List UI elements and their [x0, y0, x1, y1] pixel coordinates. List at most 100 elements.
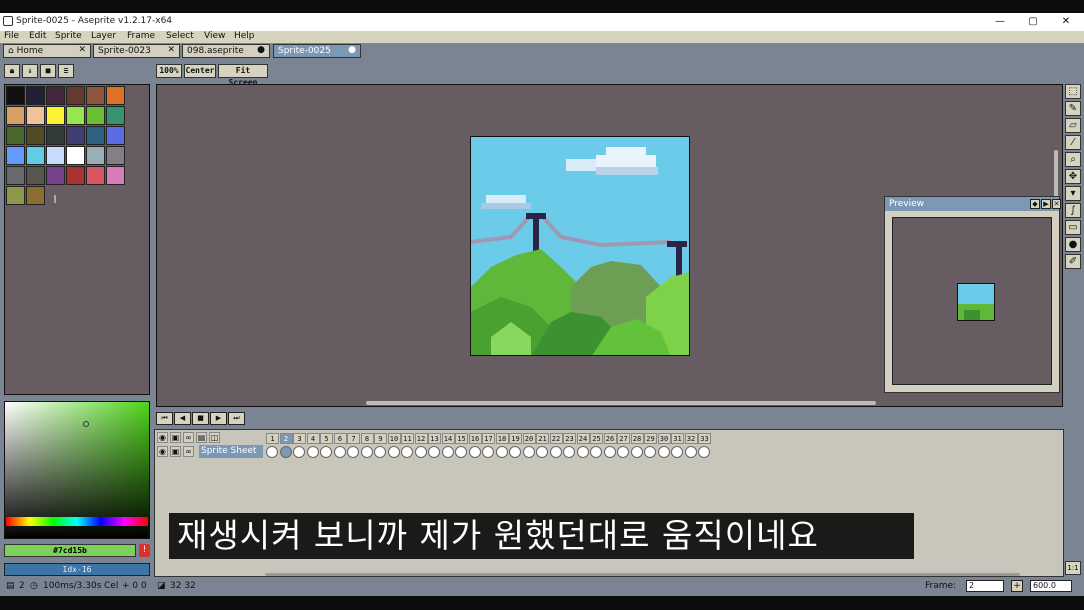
tab-sprite-0023[interactable]: Sprite-0023 ✕: [93, 44, 180, 58]
menu-view[interactable]: View: [204, 31, 225, 41]
frame-cel[interactable]: [630, 446, 643, 458]
tab-modified-icon[interactable]: ●: [257, 45, 265, 55]
tab-close-icon[interactable]: ✕: [78, 45, 86, 55]
onion-skin-icon[interactable]: ◫: [209, 432, 220, 443]
palette-swatch[interactable]: [6, 126, 25, 145]
frame-cel[interactable]: [657, 446, 670, 458]
frame-cel[interactable]: [360, 446, 373, 458]
palette-swatch[interactable]: [26, 126, 45, 145]
frame-number[interactable]: 3: [293, 433, 306, 444]
frame-cel[interactable]: [509, 446, 521, 458]
menu-help[interactable]: Help: [234, 31, 255, 41]
first-frame-button[interactable]: ⏮: [156, 412, 173, 425]
palette-swatch[interactable]: [66, 146, 85, 165]
palette-swatch[interactable]: [6, 166, 25, 185]
frame-number[interactable]: 22: [549, 433, 563, 444]
palette-swatch[interactable]: [86, 166, 105, 185]
tab-sprite-0025[interactable]: Sprite-0025 ●: [273, 44, 361, 58]
palette-resize-handle[interactable]: ‖: [53, 194, 57, 203]
palette-swatch[interactable]: [46, 106, 65, 125]
tab-modified-icon[interactable]: ●: [348, 45, 356, 55]
frame-cel[interactable]: [333, 446, 346, 458]
palette-swatch[interactable]: [66, 106, 85, 125]
frame-cel[interactable]: [495, 446, 508, 458]
frame-number[interactable]: 29: [644, 433, 657, 444]
menu-select[interactable]: Select: [166, 31, 194, 41]
frame-number[interactable]: 10: [387, 433, 401, 444]
palette-swatch[interactable]: [86, 86, 105, 105]
pencil-icon[interactable]: ✎: [1065, 101, 1081, 116]
layer-continuous-icon[interactable]: ∞: [183, 446, 194, 457]
sprite-canvas[interactable]: [470, 136, 690, 356]
frame-cel[interactable]: [603, 446, 616, 458]
frame-number[interactable]: 27: [617, 433, 630, 444]
menu-sprite[interactable]: Sprite: [55, 31, 82, 41]
palette-swatch[interactable]: [26, 86, 45, 105]
frame-cel[interactable]: [698, 446, 710, 458]
palette-swatch[interactable]: [46, 86, 65, 105]
frame-number[interactable]: 1: [266, 433, 279, 444]
frame-number[interactable]: 28: [630, 433, 644, 444]
fill-icon[interactable]: ▾: [1065, 186, 1081, 201]
eyedropper-icon[interactable]: ⁄: [1065, 135, 1081, 150]
palette-swatch[interactable]: [66, 166, 85, 185]
menu-frame[interactable]: Frame: [127, 31, 155, 41]
blur-icon[interactable]: ●: [1065, 237, 1081, 252]
frame-cel[interactable]: [347, 446, 359, 458]
layer-visibility-icon[interactable]: ◉: [157, 446, 168, 457]
palette-swatch[interactable]: [46, 146, 65, 165]
frame-number[interactable]: 24: [576, 433, 590, 444]
frame-number[interactable]: 26: [603, 433, 617, 444]
frame-cel[interactable]: [590, 446, 602, 458]
curve-icon[interactable]: ∫: [1065, 203, 1081, 218]
frame-number[interactable]: 6: [333, 433, 347, 444]
color-picker-cursor[interactable]: [83, 421, 89, 427]
next-frame-button[interactable]: ▶: [210, 412, 227, 425]
frame-number[interactable]: 18: [495, 433, 509, 444]
rect-icon[interactable]: ▭: [1065, 220, 1081, 235]
frame-number[interactable]: 19: [509, 433, 522, 444]
frame-cel[interactable]: [576, 446, 589, 458]
frame-cel[interactable]: [387, 446, 400, 458]
palette-swatch[interactable]: [86, 106, 105, 125]
frame-cel[interactable]: [428, 446, 440, 458]
layer-lock-icon[interactable]: ▣: [170, 446, 181, 457]
frame-number[interactable]: 31: [671, 433, 684, 444]
palette-swatch[interactable]: [106, 86, 125, 105]
lock-icon[interactable]: ▣: [170, 432, 181, 443]
frame-cel[interactable]: [441, 446, 454, 458]
palette-swatch[interactable]: [106, 166, 125, 185]
frame-cel[interactable]: [401, 446, 413, 458]
eraser-icon[interactable]: ▱: [1065, 118, 1081, 133]
palette-swatch[interactable]: [6, 146, 25, 165]
frame-number[interactable]: 2: [279, 433, 293, 444]
frame-number[interactable]: 12: [414, 433, 428, 444]
hue-slider[interactable]: [6, 517, 148, 526]
frame-cel[interactable]: [455, 446, 467, 458]
move-icon[interactable]: ✥: [1065, 169, 1081, 184]
menu-layer[interactable]: Layer: [91, 31, 116, 41]
last-frame-button[interactable]: ⏭: [228, 412, 245, 425]
frame-number[interactable]: 30: [657, 433, 671, 444]
frame-number[interactable]: 32: [684, 433, 698, 444]
color-index-field[interactable]: Idx-16: [4, 563, 150, 576]
palette-swatch[interactable]: [46, 166, 65, 185]
previous-frame-button[interactable]: ◀: [174, 412, 191, 425]
frame-number[interactable]: 33: [698, 433, 711, 444]
frame-number[interactable]: 13: [428, 433, 441, 444]
stop-button[interactable]: ■: [192, 412, 209, 425]
frame-cel[interactable]: [617, 446, 629, 458]
palette-swatch[interactable]: [26, 106, 45, 125]
frame-cel[interactable]: [536, 446, 548, 458]
down-icon[interactable]: ↓: [22, 64, 38, 78]
frame-number[interactable]: 25: [590, 433, 603, 444]
frame-number[interactable]: 17: [482, 433, 495, 444]
color-hex-field[interactable]: #7cd15b: [4, 544, 136, 557]
palette-swatch[interactable]: [26, 146, 45, 165]
palette-swatch[interactable]: [106, 106, 125, 125]
frame-cel[interactable]: [320, 446, 332, 458]
maximize-button[interactable]: ▢: [1018, 14, 1048, 30]
layer-name[interactable]: Sprite Sheet: [199, 445, 263, 458]
zoom-input[interactable]: 600.0: [1030, 580, 1072, 592]
palette-swatch[interactable]: [26, 166, 45, 185]
